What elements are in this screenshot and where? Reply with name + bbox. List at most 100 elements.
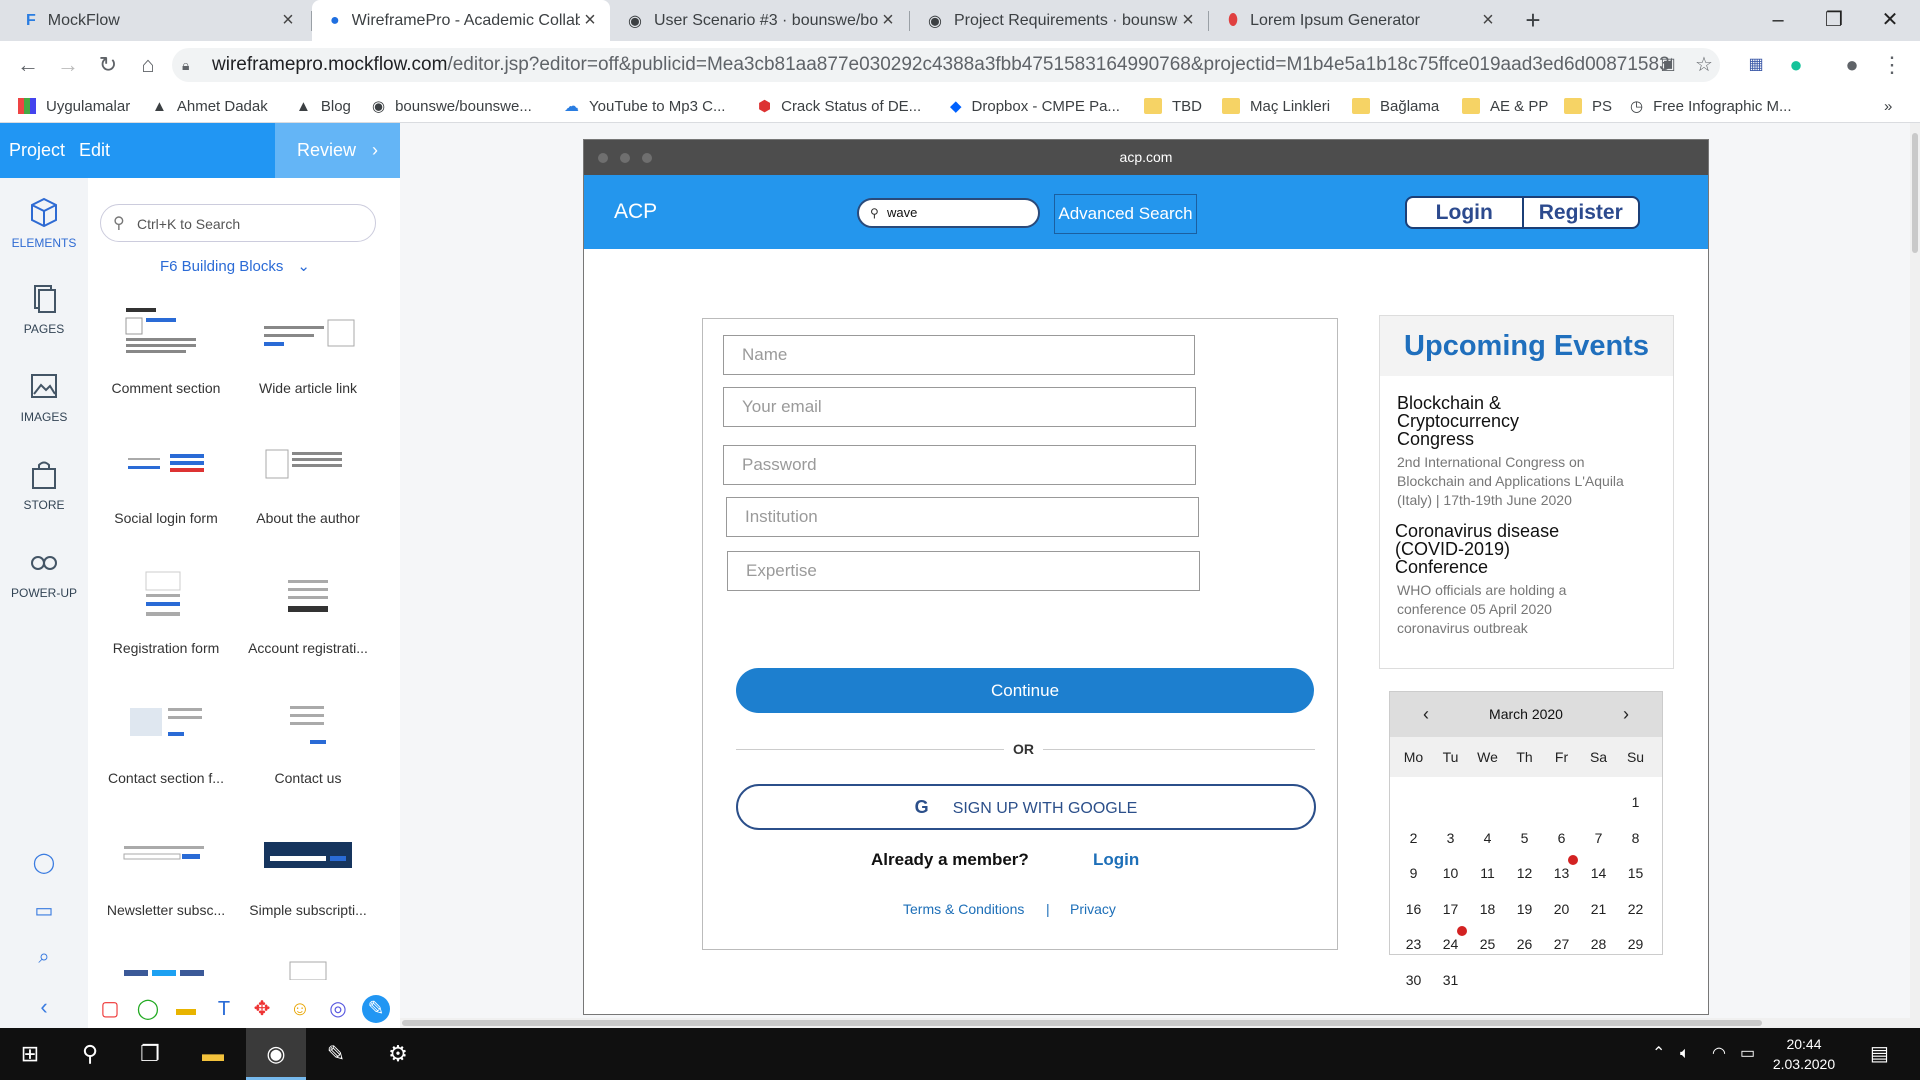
task-view-icon[interactable]: ❐ [120, 1028, 180, 1080]
calendar-day[interactable]: 4 [1469, 830, 1506, 846]
file-explorer-icon[interactable]: ▬ [183, 1028, 243, 1080]
minimize-button[interactable]: – [1750, 0, 1806, 41]
new-tab-button[interactable]: + [1518, 5, 1548, 35]
target-tool-icon[interactable]: ◎ [324, 995, 352, 1023]
element-search-input[interactable]: ⚲ Ctrl+K to Search [100, 204, 376, 242]
taskbar-clock[interactable]: 20:44 2.03.2020 [1756, 1034, 1852, 1074]
forward-button[interactable]: → [52, 49, 84, 81]
name-field[interactable]: Name [723, 335, 1195, 375]
battery-icon[interactable]: ▭ [1740, 1028, 1755, 1080]
event-item[interactable]: Coronavirus disease (COVID-2019) Confere… [1395, 522, 1575, 638]
block-contact-us[interactable]: Contact us [238, 678, 378, 808]
calendar-day[interactable]: 10 [1432, 865, 1469, 881]
home-button[interactable]: ⌂ [132, 49, 164, 81]
tab-close-icon[interactable]: × [878, 9, 898, 32]
bookmark-item[interactable]: ▲ Ahmet Dadak [152, 95, 268, 117]
calendar-day[interactable]: 9 [1395, 865, 1432, 881]
category-dropdown[interactable]: F6 Building Blocks ⌄ [160, 257, 310, 275]
edit-menu[interactable]: Edit [79, 140, 110, 161]
calendar-prev-icon[interactable]: ‹ [1406, 692, 1446, 737]
rail-powerup[interactable]: POWER-UP [0, 546, 88, 600]
tab-close-icon[interactable]: × [1478, 9, 1498, 32]
address-bar[interactable]: 🔒︎ wireframepro.mockflow.com/editor.jsp?… [172, 48, 1720, 82]
block-about-the-author[interactable]: About the author [238, 418, 378, 548]
browser-tab[interactable]: ◉ Project Requirements · bounswe/ × [910, 0, 1208, 41]
pen-tool-icon[interactable]: ✎ [362, 995, 390, 1023]
calendar-next-icon[interactable]: › [1606, 692, 1646, 737]
notifications-icon[interactable]: ▤ [1870, 1028, 1889, 1080]
calendar-day[interactable]: 12 [1506, 865, 1543, 881]
block-contact-section[interactable]: Contact section f... [96, 678, 236, 808]
restore-button[interactable]: ❐ [1806, 0, 1862, 41]
calendar-day[interactable]: 25 [1469, 936, 1506, 952]
calendar-day[interactable]: 20 [1543, 901, 1580, 917]
chrome-icon[interactable]: ◉ [246, 1028, 306, 1080]
block-social-login-form[interactable]: Social login form [96, 418, 236, 548]
camera-blocked-icon[interactable]: ▣ [1652, 49, 1684, 81]
bookmark-item[interactable]: ◉ bounswe/bounswe... [372, 95, 532, 117]
canvas-vertical-scrollbar[interactable] [1910, 123, 1920, 1028]
expertise-field[interactable]: Expertise [727, 551, 1200, 591]
bookmark-item[interactable]: ▲ Blog [296, 95, 351, 117]
calendar-day[interactable]: 8 [1617, 830, 1654, 846]
calendar-day[interactable]: 22 [1617, 901, 1654, 917]
calendar-day[interactable]: 24 [1432, 936, 1469, 952]
browser-tab[interactable]: F MockFlow × [8, 0, 308, 41]
rail-pages[interactable]: PAGES [0, 282, 88, 336]
calendar-day[interactable]: 29 [1617, 936, 1654, 952]
calendar-day[interactable]: 18 [1469, 901, 1506, 917]
login-link[interactable]: Login [1093, 850, 1139, 870]
move-tool-icon[interactable]: ✥ [248, 995, 276, 1023]
reload-button[interactable]: ↻ [92, 49, 124, 81]
bookmark-folder[interactable]: PS [1564, 95, 1612, 117]
extension-icon[interactable]: ▦ [1740, 49, 1772, 81]
tab-close-icon[interactable]: × [278, 9, 298, 32]
grammarly-icon[interactable]: ● [1780, 49, 1812, 81]
bookmark-item[interactable]: ☁ YouTube to Mp3 C... [564, 95, 725, 117]
site-search-input[interactable]: ⚲ wave [857, 198, 1040, 228]
calendar-day[interactable]: 11 [1469, 865, 1506, 881]
search-icon[interactable]: ⚲ [60, 1028, 120, 1080]
calendar-day[interactable]: 21 [1580, 901, 1617, 917]
header-login-button[interactable]: Login [1407, 198, 1524, 227]
privacy-link[interactable]: Privacy [1070, 901, 1116, 917]
review-button[interactable]: Review › [275, 123, 400, 178]
calendar-day[interactable]: 7 [1580, 830, 1617, 846]
bookmark-star-icon[interactable]: ☆ [1688, 49, 1720, 81]
bookmark-item[interactable]: ⬢ Crack Status of DE... [758, 95, 921, 117]
block-comment-section[interactable]: Comment section [96, 288, 236, 418]
calendar-day[interactable]: 14 [1580, 865, 1617, 881]
bookmark-folder[interactable]: Bağlama [1352, 95, 1439, 117]
calendar-day[interactable]: 17 [1432, 901, 1469, 917]
close-window-button[interactable]: ✕ [1862, 0, 1918, 41]
block-partial[interactable] [96, 940, 236, 980]
calendar-day[interactable]: 5 [1506, 830, 1543, 846]
bookmark-folder[interactable]: AE & PP [1462, 95, 1548, 117]
calendar-day[interactable]: 2 [1395, 830, 1432, 846]
browser-tab[interactable]: ⬮ Lorem Ipsum Generator × [1210, 0, 1508, 41]
browser-tab[interactable]: ◉ User Scenario #3 · bounswe/bou × [610, 0, 908, 41]
calendar-day[interactable]: 16 [1395, 901, 1432, 917]
bookmark-folder[interactable]: TBD [1144, 95, 1202, 117]
bookmarks-overflow-icon[interactable]: » [1884, 95, 1892, 117]
institution-field[interactable]: Institution [726, 497, 1199, 537]
calendar-day[interactable]: 13 [1543, 865, 1580, 881]
calendar-day[interactable]: 23 [1395, 936, 1432, 952]
settings-gear-icon[interactable]: ⚙ [368, 1028, 428, 1080]
canvas-horizontal-scrollbar[interactable] [400, 1018, 1910, 1028]
rail-images[interactable]: IMAGES [0, 370, 88, 424]
block-wide-article-link[interactable]: Wide article link [238, 288, 378, 418]
calendar-day[interactable]: 15 [1617, 865, 1654, 881]
block-simple-subscription[interactable]: Simple subscripti... [238, 810, 378, 940]
rail-elements[interactable]: ELEMENTS [0, 196, 88, 250]
bookmark-item[interactable]: ◆ Dropbox - CMPE Pa... [950, 95, 1120, 117]
password-field[interactable]: Password [723, 445, 1196, 485]
bookmark-apps[interactable]: Uygulamalar [18, 95, 130, 117]
event-item[interactable]: Blockchain & Cryptocurrency Congress 2nd… [1397, 394, 1624, 510]
calendar-day[interactable]: 26 [1506, 936, 1543, 952]
video-icon[interactable]: ▭ [0, 898, 88, 923]
block-newsletter-subscription[interactable]: Newsletter subsc... [96, 810, 236, 940]
google-signup-button[interactable]: G SIGN UP WITH GOOGLE [736, 784, 1316, 830]
calendar-day[interactable]: 3 [1432, 830, 1469, 846]
windows-start-icon[interactable]: ⊞ [0, 1028, 60, 1080]
